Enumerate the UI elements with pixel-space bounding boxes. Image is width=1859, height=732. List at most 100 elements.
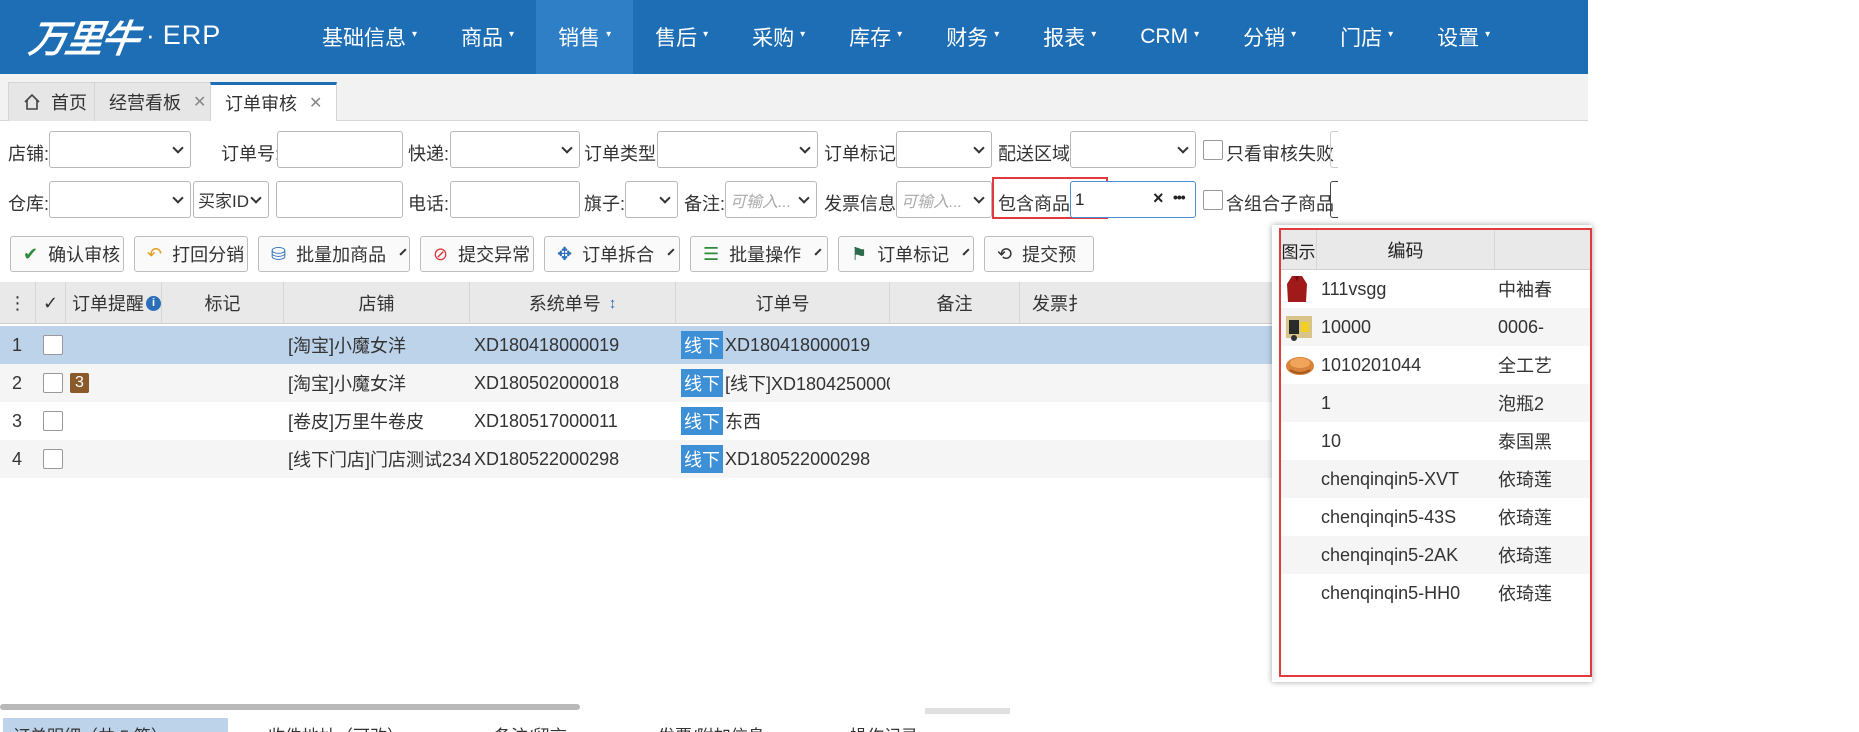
column-menu-icon[interactable]: ⋮	[0, 282, 36, 324]
caret-down-icon: ▾	[1194, 28, 1200, 40]
order-no-text: XD180522000298	[725, 448, 871, 469]
nav-item-2[interactable]: 销售 ▾	[536, 0, 634, 74]
header-sys-no[interactable]: 系统单号 ↕	[470, 282, 676, 324]
nav-item-11[interactable]: 设置 ▾	[1415, 0, 1512, 74]
cell-sys-no: XD180418000019	[474, 334, 620, 355]
header-invoice[interactable]: 发票扌	[1020, 282, 1080, 324]
goods-row[interactable]: chenqinqin5-XVT 依琦莲	[1281, 460, 1590, 498]
tab-dashboard[interactable]: 经营看板 ✕	[94, 82, 222, 121]
delivery-area-select[interactable]	[1070, 131, 1196, 168]
header-reminder[interactable]: 订单提醒 i	[66, 282, 162, 324]
toolbar-icon: ↶	[147, 243, 163, 264]
toolbar-button-5[interactable]: ☰ 批量操作	[690, 236, 828, 272]
nav-item-7[interactable]: 报表 ▾	[1021, 0, 1118, 74]
order-mark-select[interactable]	[896, 131, 992, 168]
contains-goods-input[interactable]: 1 × •••	[1070, 181, 1196, 218]
nav-item-8[interactable]: CRM ▾	[1118, 0, 1221, 74]
goods-name: 依琦莲	[1498, 508, 1552, 528]
contains-goods-value: 1	[1075, 189, 1085, 209]
logo-dot: ·	[146, 19, 155, 50]
nav-item-label: 门店	[1340, 27, 1383, 50]
goods-row[interactable]: chenqinqin5-43S 依琦莲	[1281, 498, 1590, 536]
chevron-down-icon	[973, 192, 985, 204]
buyer-id-value: 买家ID	[198, 192, 249, 211]
tab-label: 订单审核	[225, 94, 297, 114]
detail-tab-items[interactable]: 订单明细（共 5 笔）	[3, 718, 228, 732]
header-mark[interactable]: 标记	[162, 282, 284, 324]
nav-item-1[interactable]: 商品 ▾	[439, 0, 536, 74]
cell-order-no: 线下 XD180522000298	[681, 440, 890, 478]
chevron-down-icon	[798, 192, 810, 204]
caret-down-icon: ▾	[994, 28, 1000, 40]
row-checkbox[interactable]	[43, 411, 63, 431]
goods-thumbnail	[1284, 270, 1316, 308]
close-icon[interactable]: ✕	[309, 93, 322, 113]
more-icon[interactable]: •••	[1173, 189, 1186, 205]
detail-tab-log[interactable]: 操作记录	[840, 718, 928, 732]
horizontal-scrollbar[interactable]	[0, 704, 580, 710]
detail-tab-address[interactable]: 收件地址（可改）	[258, 718, 414, 732]
toolbar-button-0[interactable]: ✔ 确认审核	[10, 236, 124, 272]
select-all-checkbox[interactable]: ✓	[36, 282, 66, 324]
goods-row[interactable]: 10 泰国黑	[1281, 422, 1590, 460]
order-no-input[interactable]	[277, 131, 403, 168]
detail-tab-invoice[interactable]: 发票/附加信息	[648, 718, 775, 732]
tab-home[interactable]: 首页	[8, 82, 102, 121]
toolbar-button-3[interactable]: ⊘ 提交异常	[420, 236, 534, 272]
goods-name: 依琦莲	[1498, 546, 1552, 566]
reminder-badge[interactable]: 3	[70, 373, 89, 393]
nav-item-5[interactable]: 库存 ▾	[827, 0, 924, 74]
toolbar-button-2[interactable]: ⛁ 批量加商品	[258, 236, 410, 272]
goods-row[interactable]: chenqinqin5-HH0 依琦莲	[1281, 574, 1590, 612]
toolbar-button-7[interactable]: ⟲ 提交预	[984, 236, 1094, 272]
shop-select[interactable]	[49, 131, 191, 168]
nav-item-0[interactable]: 基础信息 ▾	[300, 0, 439, 74]
toolbar-button-label: 确认审核	[48, 245, 121, 265]
toolbar-button-1[interactable]: ↶ 打回分销	[134, 236, 248, 272]
flag-select[interactable]	[625, 181, 678, 218]
toolbar-button-6[interactable]: ⚑ 订单标记	[838, 236, 974, 272]
close-icon[interactable]: ✕	[193, 92, 206, 112]
phone-input[interactable]	[450, 181, 580, 218]
toolbar-button-4[interactable]: ✥ 订单拆合	[544, 236, 680, 272]
info-icon[interactable]: i	[146, 295, 161, 311]
invoice-select[interactable]: 可输入...	[896, 181, 992, 218]
row-checkbox[interactable]	[43, 335, 63, 355]
goods-row[interactable]: 111vsgg 中袖春	[1281, 270, 1590, 308]
reminder-cell: 3	[70, 364, 89, 402]
offline-tag: 线下	[681, 369, 723, 397]
sort-icon[interactable]: ↕	[609, 295, 617, 312]
contains-goods-label: 包含商品:	[998, 194, 1076, 214]
buyer-id-select[interactable]: 买家ID	[193, 181, 269, 218]
clear-icon[interactable]: ×	[1153, 188, 1164, 209]
nav-item-label: 基础信息	[322, 27, 406, 50]
nav-item-label: 采购	[752, 27, 795, 50]
row-checkbox[interactable]	[43, 373, 63, 393]
goods-row[interactable]: 1 泡瓶2	[1281, 384, 1590, 422]
nav-item-4[interactable]: 采购 ▾	[730, 0, 827, 74]
nav-item-3[interactable]: 售后 ▾	[633, 0, 730, 74]
nav-item-9[interactable]: 分销 ▾	[1221, 0, 1318, 74]
row-checkbox[interactable]	[43, 449, 63, 469]
shop-label: 店铺:	[8, 144, 50, 164]
header-shop[interactable]: 店铺	[284, 282, 470, 324]
order-type-select[interactable]	[657, 131, 818, 168]
nav-item-10[interactable]: 门店 ▾	[1318, 0, 1415, 74]
logo[interactable]: 万里牛 · ERP	[26, 10, 221, 61]
buyer-id-input[interactable]	[276, 181, 403, 218]
header-order-no[interactable]: 订单号	[676, 282, 890, 324]
goods-row[interactable]: chenqinqin5-2AK 依琦莲	[1281, 536, 1590, 574]
detail-tab-remark[interactable]: 备注/留言	[484, 718, 577, 732]
goods-row[interactable]: 1010201044 全工艺	[1281, 346, 1590, 384]
warehouse-select[interactable]	[49, 181, 191, 218]
tab-order-review[interactable]: 订单审核 ✕	[210, 82, 338, 121]
nav-item-6[interactable]: 财务 ▾	[924, 0, 1021, 74]
express-select[interactable]	[450, 131, 580, 168]
only-failed-checkbox[interactable]	[1203, 140, 1223, 160]
header-remark[interactable]: 备注	[890, 282, 1020, 324]
contains-combo-checkbox[interactable]	[1203, 190, 1223, 210]
remark-select[interactable]: 可输入...	[725, 181, 817, 218]
chevron-down-icon	[172, 192, 184, 204]
goods-row[interactable]: 10000 0006-	[1281, 308, 1590, 346]
goods-code: 10000	[1321, 316, 1372, 337]
